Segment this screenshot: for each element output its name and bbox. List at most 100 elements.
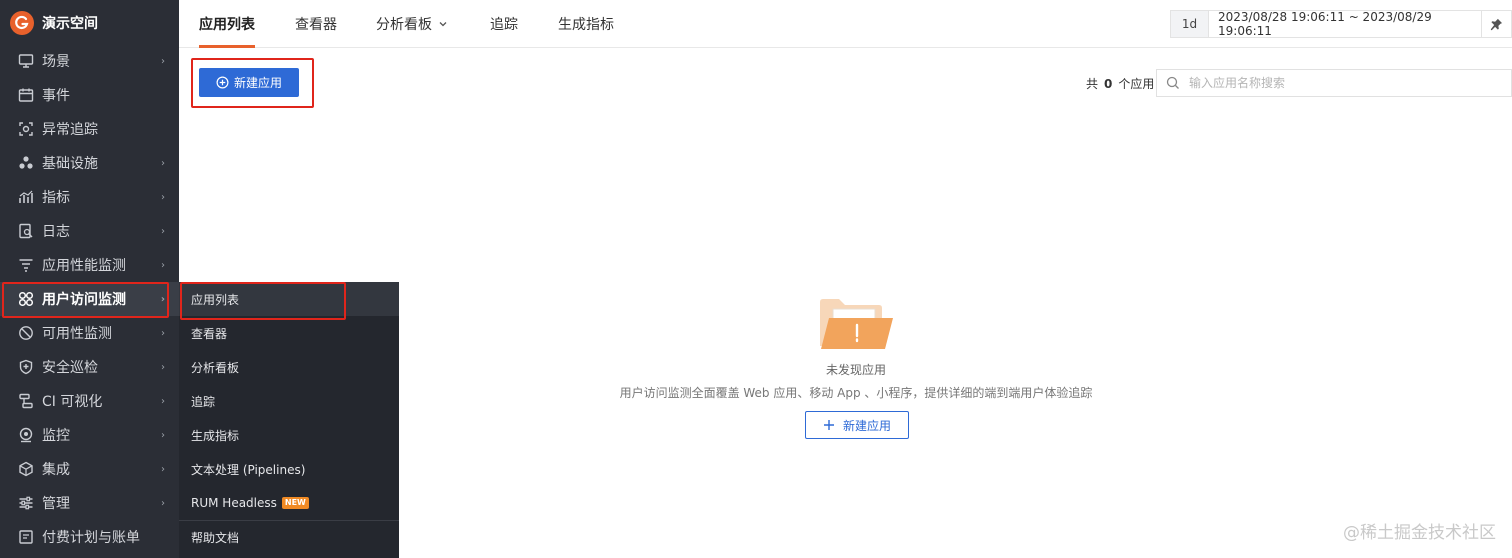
sidebar-item-error-tracking[interactable]: 异常追踪: [0, 112, 179, 146]
apps-grid-icon: [17, 290, 35, 308]
sidebar-item-apm[interactable]: 应用性能监测 ›: [0, 248, 179, 282]
count-value: 0: [1104, 77, 1113, 91]
sidebar-item-rum[interactable]: 用户访问监测 ›: [0, 282, 179, 316]
tab-tracing[interactable]: 追踪: [490, 0, 518, 48]
time-range-field[interactable]: 2023/08/28 19:06:11 ~ 2023/08/29 19:06:1…: [1209, 10, 1481, 38]
submenu-item-generate-metrics[interactable]: 生成指标: [179, 418, 399, 452]
chevron-right-icon: ›: [161, 55, 165, 67]
sidebar: 演示空间 场景 › 事件 异常追踪 基础设施 › 指标 › 日志 › 应用性能监…: [0, 0, 179, 558]
tab-generate-metrics[interactable]: 生成指标: [558, 0, 614, 48]
workspace-name: 演示空间: [42, 16, 98, 32]
tab-label: 追踪: [490, 17, 518, 33]
sidebar-item-label: 事件: [42, 88, 70, 104]
time-picker: 1d 2023/08/28 19:06:11 ~ 2023/08/29 19:0…: [1170, 10, 1512, 38]
empty-state-description: 用户访问监测全面覆盖 Web 应用、移动 App 、小程序，提供详细的端到端用户…: [619, 386, 1093, 400]
sidebar-item-label: 应用性能监测: [42, 258, 126, 274]
sidebar-item-billing[interactable]: 付费计划与账单: [0, 520, 179, 554]
submenu-item-label: 应用列表: [191, 292, 240, 307]
tab-label: 分析看板: [376, 17, 432, 33]
chevron-right-icon: ›: [160, 293, 165, 305]
quick-range-button[interactable]: 1d: [1171, 11, 1209, 37]
new-badge: NEW: [281, 497, 309, 509]
search-box: [1156, 69, 1512, 97]
empty-state-title: 未发现应用: [825, 363, 886, 377]
monitor-icon: [17, 52, 35, 70]
app-count: 共 0 个应用: [1086, 75, 1154, 92]
sidebar-item-label: 付费计划与账单: [42, 530, 140, 546]
watermark: @稀土掘金技术社区: [1343, 523, 1496, 543]
sidebar-item-label: 用户访问监测: [42, 292, 126, 308]
sidebar-item-label: 可用性监测: [42, 326, 112, 342]
sidebar-item-events[interactable]: 事件: [0, 78, 179, 112]
submenu-item-label: RUM Headless: [191, 496, 277, 510]
logo-icon: [10, 11, 34, 35]
sidebar-item-management[interactable]: 管理 ›: [0, 486, 179, 520]
submenu-item-rum-headless[interactable]: RUM Headless NEW: [179, 486, 399, 520]
top-bar: 应用列表 查看器 分析看板 追踪 生成指标 1d 2023/08/28 19:0…: [179, 0, 1512, 48]
chart-icon: [17, 188, 35, 206]
submenu-item-label: 帮助文档: [191, 531, 240, 545]
new-app-button[interactable]: 新建应用: [199, 68, 299, 97]
submenu-item-explorer[interactable]: 查看器: [179, 316, 399, 350]
tab-app-list[interactable]: 应用列表: [199, 0, 255, 48]
submenu-item-label: 生成指标: [191, 428, 240, 443]
sidebar-item-metrics[interactable]: 指标 ›: [0, 180, 179, 214]
chevron-right-icon: ›: [161, 497, 165, 509]
sidebar-item-label: 基础设施: [42, 156, 98, 172]
sidebar-item-scenes[interactable]: 场景 ›: [0, 44, 179, 78]
count-suffix: 个应用: [1118, 77, 1155, 91]
sidebar-item-label: 场景: [42, 54, 70, 70]
dial-icon: [17, 324, 35, 342]
count-prefix: 共: [1086, 77, 1099, 91]
tab-dashboard[interactable]: 分析看板: [376, 0, 448, 48]
sidebar-item-label: 管理: [42, 496, 70, 512]
search-input[interactable]: [1189, 76, 1489, 90]
tab-label: 查看器: [295, 17, 337, 33]
sidebar-item-monitoring[interactable]: 监控 ›: [0, 418, 179, 452]
cluster-icon: [17, 154, 35, 172]
submenu-item-pipelines[interactable]: 文本处理 (Pipelines): [179, 452, 399, 486]
plus-circle-icon: [216, 76, 229, 89]
rum-submenu: 应用列表 查看器 分析看板 追踪 生成指标 文本处理 (Pipelines) R…: [179, 282, 399, 558]
tab-label: 生成指标: [558, 17, 614, 33]
new-app-label: 新建应用: [233, 76, 282, 90]
webcam-icon: [17, 426, 35, 444]
sidebar-item-logs[interactable]: 日志 ›: [0, 214, 179, 248]
chevron-down-icon: [438, 19, 448, 29]
chevron-right-icon: ›: [161, 327, 165, 339]
sidebar-item-synthetics[interactable]: 可用性监测 ›: [0, 316, 179, 350]
calendar-icon: [17, 86, 35, 104]
billing-icon: [17, 528, 35, 546]
chevron-right-icon: ›: [161, 191, 165, 203]
empty-new-app-label: 新建应用: [842, 418, 891, 433]
submenu-item-label: 文本处理 (Pipelines): [191, 462, 306, 477]
sidebar-item-infrastructure[interactable]: 基础设施 ›: [0, 146, 179, 180]
sidebar-item-label: 监控: [42, 428, 70, 444]
sliders-icon: [17, 494, 35, 512]
chevron-right-icon: ›: [161, 259, 165, 271]
chevron-right-icon: ›: [161, 429, 165, 441]
plus-icon: [823, 419, 835, 431]
focus-icon: [17, 120, 35, 138]
tab-explorer[interactable]: 查看器: [295, 0, 337, 48]
search-icon: [1166, 76, 1180, 90]
chevron-right-icon: ›: [161, 463, 165, 475]
sidebar-item-label: 日志: [42, 224, 70, 240]
sidebar-item-integrations[interactable]: 集成 ›: [0, 452, 179, 486]
chevron-right-icon: ›: [161, 157, 165, 169]
pin-icon[interactable]: [1481, 11, 1511, 37]
workspace-brand[interactable]: 演示空间: [0, 0, 179, 46]
empty-new-app-button[interactable]: 新建应用: [805, 411, 909, 439]
submenu-item-help-docs[interactable]: 帮助文档: [179, 520, 399, 554]
chevron-right-icon: ›: [161, 225, 165, 237]
tab-label: 应用列表: [199, 17, 255, 33]
sidebar-item-label: 指标: [42, 190, 70, 206]
list-filter-icon: [17, 256, 35, 274]
log-search-icon: [17, 222, 35, 240]
sidebar-item-label: 异常追踪: [42, 122, 98, 138]
submenu-item-label: 查看器: [191, 326, 228, 341]
empty-folder-icon: [817, 296, 895, 352]
sidebar-item-label: 集成: [42, 462, 70, 478]
submenu-item-app-list[interactable]: 应用列表: [179, 282, 399, 316]
box-icon: [17, 460, 35, 478]
